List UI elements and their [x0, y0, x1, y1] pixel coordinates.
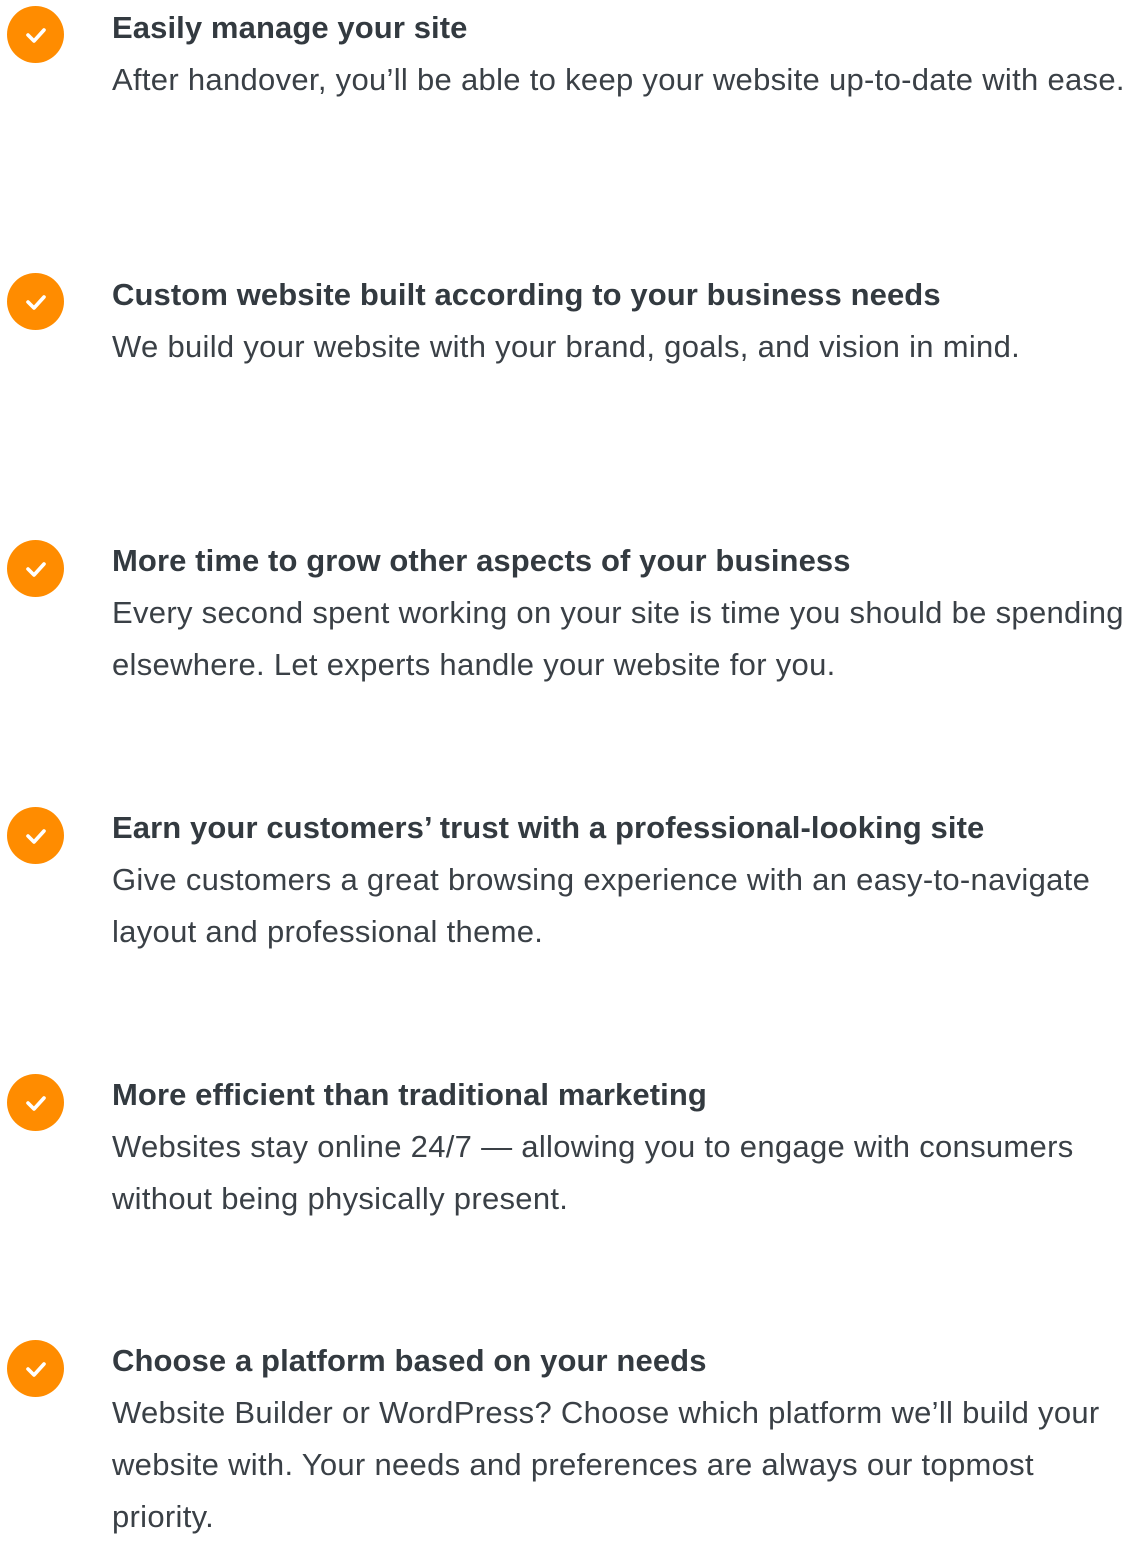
check-circle-icon [7, 1074, 64, 1131]
benefit-description: Websites stay online 24/7 — allowing you… [112, 1129, 1074, 1216]
benefit-title: Choose a platform based on your needs [112, 1343, 707, 1378]
benefit-description: Website Builder or WordPress? Choose whi… [112, 1395, 1100, 1534]
benefit-description: After handover, you’ll be able to keep y… [112, 62, 1125, 97]
benefit-title: Easily manage your site [112, 10, 468, 45]
check-circle-icon [7, 807, 64, 864]
benefit-description: Give customers a great browsing experien… [112, 862, 1091, 949]
benefit-title: More time to grow other aspects of your … [112, 543, 851, 578]
check-circle-icon [7, 1340, 64, 1397]
benefit-title: Custom website built according to your b… [112, 277, 941, 312]
benefit-title: Earn your customers’ trust with a profes… [112, 810, 985, 845]
check-circle-icon [7, 540, 64, 597]
benefit-title: More efficient than traditional marketin… [112, 1077, 707, 1112]
benefit-description: We build your website with your brand, g… [112, 329, 1021, 364]
check-circle-icon [7, 6, 64, 63]
check-circle-icon [7, 273, 64, 330]
benefit-description: Every second spent working on your site … [112, 595, 1124, 682]
